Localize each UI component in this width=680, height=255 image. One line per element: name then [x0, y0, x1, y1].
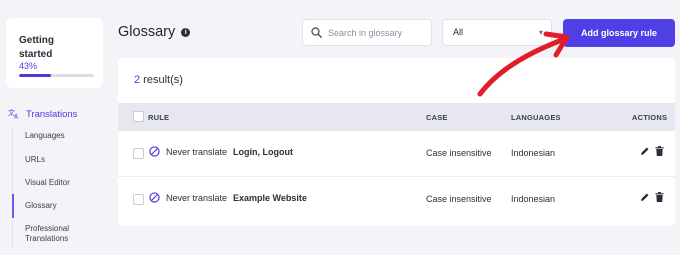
- glossary-card: 2 result(s) RULE CASE LANGUAGES ACTIONS …: [118, 58, 675, 226]
- chevron-down-icon: ▾: [538, 28, 543, 37]
- row-checkbox[interactable]: [133, 148, 144, 159]
- table-row: Never translate Login, Logout Case insen…: [118, 131, 675, 177]
- case-cell: Case insensitive: [426, 194, 492, 204]
- rule-prefix: Never translate: [166, 192, 228, 203]
- filter-selected-value: All: [453, 27, 464, 37]
- table-header: RULE CASE LANGUAGES ACTIONS: [118, 103, 675, 131]
- info-icon[interactable]: i: [181, 27, 191, 37]
- search-field[interactable]: [302, 19, 432, 46]
- languages-cell: Indonesian: [511, 148, 556, 158]
- add-glossary-rule-button[interactable]: Add glossary rule: [563, 19, 675, 47]
- search-icon: [311, 27, 322, 38]
- page-title: Glossary i: [118, 24, 191, 40]
- languages-cell: Indonesian: [511, 194, 556, 204]
- sidebar-nav: Languages URLs Visual Editor Glossary Pr…: [12, 126, 103, 247]
- result-count-label: result(s): [140, 74, 183, 86]
- sidebar-section-label: Translations: [26, 109, 78, 120]
- sidebar-item-urls[interactable]: URLs: [12, 148, 103, 171]
- column-header-languages: LANGUAGES: [511, 113, 561, 122]
- pencil-icon[interactable]: [640, 192, 650, 205]
- case-cell: Case insensitive: [426, 148, 492, 158]
- result-count: 2 result(s): [134, 74, 183, 86]
- column-header-actions: ACTIONS: [632, 113, 668, 122]
- sidebar: Getting started 43% 文 A Translations Lan…: [0, 0, 103, 255]
- progress-percent: 43%: [19, 61, 38, 71]
- rule-cell: Never translate Login, Logout: [149, 146, 293, 157]
- trash-icon[interactable]: [655, 192, 664, 205]
- select-all-checkbox[interactable]: [133, 111, 144, 122]
- progress-bar: [19, 74, 94, 77]
- table-row: Never translate Example Website Case ins…: [118, 177, 675, 223]
- rule-term: Example Website: [233, 192, 307, 203]
- language-filter-select[interactable]: All ▾: [442, 19, 552, 46]
- sidebar-item-professional-translations[interactable]: Professional Translations: [12, 218, 103, 247]
- rule-term: Login, Logout: [233, 146, 294, 157]
- trash-icon[interactable]: [655, 146, 664, 159]
- sidebar-item-glossary[interactable]: Glossary: [12, 194, 103, 218]
- progress-bar-fill: [19, 74, 52, 77]
- sidebar-item-visual-editor[interactable]: Visual Editor: [12, 171, 103, 194]
- row-checkbox[interactable]: [133, 194, 144, 205]
- never-translate-icon: [149, 146, 160, 157]
- rule-prefix: Never translate: [166, 146, 228, 157]
- progress-title: Getting started: [19, 35, 54, 60]
- search-input[interactable]: [328, 27, 424, 38]
- column-header-rule: RULE: [148, 113, 170, 122]
- never-translate-icon: [149, 192, 160, 203]
- svg-text:A: A: [14, 114, 19, 120]
- rule-cell: Never translate Example Website: [149, 192, 307, 203]
- sidebar-section-translations[interactable]: 文 A Translations: [8, 107, 77, 122]
- page-title-text: Glossary: [118, 24, 176, 40]
- onboarding-progress-card[interactable]: Getting started 43%: [6, 18, 103, 88]
- column-header-case: CASE: [426, 113, 448, 122]
- pencil-icon[interactable]: [640, 146, 650, 159]
- translate-icon: 文 A: [8, 107, 20, 122]
- sidebar-item-languages[interactable]: Languages: [12, 126, 103, 148]
